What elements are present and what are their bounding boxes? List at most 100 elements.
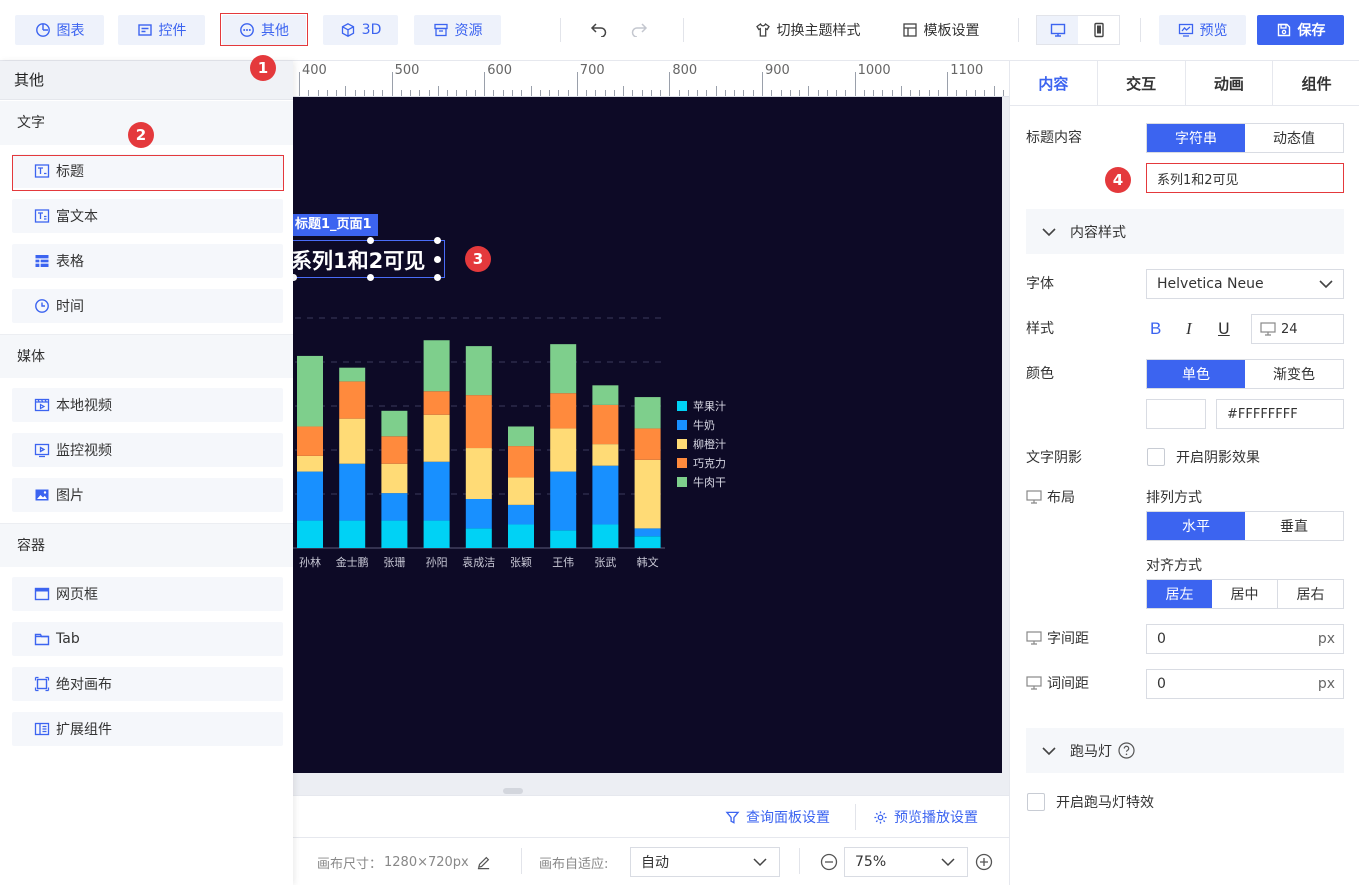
scroll-handle[interactable] — [503, 788, 523, 794]
align-right-option[interactable]: 居右 — [1278, 580, 1343, 608]
edit-pencil-icon[interactable] — [476, 855, 491, 870]
marquee-title: 跑马灯 — [1070, 743, 1112, 760]
color-hex-input[interactable]: #FFFFFFFF — [1216, 399, 1344, 429]
component-rich-text[interactable]: 富文本 — [12, 199, 283, 233]
content-style-section[interactable]: 内容样式 — [1026, 209, 1344, 254]
content-style-title: 内容样式 — [1070, 224, 1126, 241]
mobile-icon — [1093, 22, 1104, 38]
bar-segment — [423, 414, 450, 462]
marquee-checkbox[interactable] — [1027, 793, 1045, 811]
switch-theme-button[interactable]: 切换主题样式 — [745, 15, 870, 45]
x-tick-label: 张颖 — [510, 556, 532, 569]
component-image[interactable]: 图片 — [12, 478, 283, 512]
component-table[interactable]: 表格 — [12, 244, 283, 278]
horizontal-option[interactable]: 水平 — [1147, 512, 1245, 540]
canvas-vertical-scrollbar[interactable] — [1002, 97, 1009, 773]
x-tick-label: 金士鹏 — [336, 555, 369, 569]
preview-play-settings-button[interactable]: 预览播放设置 — [873, 807, 978, 827]
extension-icon — [34, 722, 50, 736]
control-tab-button[interactable]: 控件 — [118, 15, 205, 45]
bar-segment — [297, 471, 323, 521]
word-spacing-unit: px — [1317, 676, 1335, 692]
shadow-checkbox[interactable] — [1147, 448, 1165, 466]
component-absolute-canvas[interactable]: 绝对画布 — [12, 667, 283, 701]
component-webframe[interactable]: 网页框 — [12, 577, 283, 611]
canvas-title-text: 系列1和2可见 — [293, 249, 426, 273]
tab-interaction[interactable]: 交互 — [1098, 61, 1186, 105]
divider — [799, 848, 800, 874]
chart-tab-button[interactable]: 图表 — [15, 15, 104, 45]
underline-button[interactable]: U — [1218, 319, 1230, 338]
gradient-option[interactable]: 渐变色 — [1245, 360, 1343, 388]
dynamic-option[interactable]: 动态值 — [1245, 124, 1343, 152]
color-mode-toggle: 单色 渐变色 — [1146, 359, 1344, 389]
bar-segment — [423, 520, 450, 548]
ruler-minor-tick — [734, 90, 736, 96]
help-icon[interactable] — [1118, 742, 1135, 759]
undo-icon[interactable] — [590, 21, 608, 37]
title-content-input[interactable]: 系列1和2可见 — [1146, 163, 1344, 193]
query-panel-settings-button[interactable]: 查询面板设置 — [725, 807, 830, 827]
ruler-minor-tick — [493, 90, 495, 96]
string-option[interactable]: 字符串 — [1147, 124, 1245, 152]
tab-icon — [34, 633, 50, 646]
mobile-view-button[interactable] — [1078, 16, 1119, 44]
template-settings-button[interactable]: 模板设置 — [893, 15, 988, 45]
marquee-section[interactable]: 跑马灯 — [1026, 728, 1344, 773]
solid-option[interactable]: 单色 — [1147, 360, 1245, 388]
letter-spacing-input[interactable]: 0 px — [1146, 624, 1344, 654]
ruler-minor-tick — [799, 90, 801, 96]
ruler-minor-tick — [789, 90, 791, 96]
ruler-minor-tick — [326, 90, 328, 96]
ruler-minor-tick — [308, 90, 310, 96]
ruler-minor-tick — [567, 90, 569, 96]
resize-handle[interactable] — [367, 274, 374, 281]
font-size-input[interactable]: 24 — [1251, 314, 1344, 344]
ruler-minor-tick — [511, 90, 513, 96]
canvas-adapt-select[interactable]: 自动 — [630, 847, 780, 877]
stacked-bar-chart[interactable]: 孙林 金士鹏 张珊 孙阳 袁成洁 张颖 王伟 张武 韩文 苹果汁牛奶柳橙汁巧克力牛肉干 — [293, 97, 1002, 773]
component-extension[interactable]: 扩展组件 — [12, 712, 283, 746]
italic-button[interactable]: I — [1186, 319, 1192, 339]
tab-content[interactable]: 内容 — [1010, 61, 1098, 105]
redo-icon[interactable] — [630, 21, 648, 37]
align-center-option[interactable]: 居中 — [1212, 580, 1278, 608]
word-spacing-value: 0 — [1157, 676, 1166, 692]
resource-tab-button[interactable]: 资源 — [414, 15, 501, 45]
ruler-minor-tick — [956, 90, 958, 96]
3d-tab-button[interactable]: 3D — [323, 15, 398, 45]
zoom-out-icon[interactable] — [820, 853, 838, 871]
save-label: 保存 — [1297, 23, 1326, 39]
ruler-major-tick — [669, 72, 671, 96]
component-local-video[interactable]: 本地视频 — [12, 388, 283, 422]
ruler-label: 1100 — [950, 63, 984, 78]
save-button[interactable]: 保存 — [1257, 15, 1344, 45]
font-select[interactable]: Helvetica Neue — [1146, 269, 1344, 299]
align-left-option[interactable]: 居左 — [1147, 580, 1212, 608]
tab-component[interactable]: 组件 — [1273, 61, 1359, 105]
resize-handle[interactable] — [367, 237, 374, 244]
preview-label: 预览 — [1199, 23, 1228, 39]
color-swatch[interactable] — [1146, 399, 1206, 429]
zoom-select[interactable]: 75% — [844, 847, 968, 877]
legend-swatch — [677, 420, 687, 430]
component-monitor-video[interactable]: 监控视频 — [12, 433, 283, 467]
component-time[interactable]: 时间 — [12, 289, 283, 323]
component-tab[interactable]: Tab — [12, 622, 283, 656]
component-rich-text-label: 富文本 — [56, 209, 98, 225]
x-tick-label: 张珊 — [383, 556, 405, 569]
resize-handle[interactable] — [434, 237, 441, 244]
design-canvas[interactable]: 孙林 金士鹏 张珊 孙阳 袁成洁 张颖 王伟 张武 韩文 苹果汁 牛奶 柳橙汁 巧克力 牛肉干 标题1_页… — [293, 97, 1002, 773]
desktop-view-button[interactable] — [1037, 16, 1078, 44]
preview-button[interactable]: 预览 — [1159, 15, 1246, 45]
vertical-option[interactable]: 垂直 — [1245, 512, 1343, 540]
tab-animation[interactable]: 动画 — [1186, 61, 1274, 105]
zoom-in-icon[interactable] — [975, 853, 993, 871]
resize-handle[interactable] — [434, 256, 441, 263]
word-spacing-input[interactable]: 0 px — [1146, 669, 1344, 699]
resize-handle[interactable] — [434, 274, 441, 281]
ruler-minor-tick — [873, 90, 875, 96]
bold-button[interactable]: B — [1150, 319, 1161, 339]
divider — [521, 848, 522, 874]
bar-segment — [634, 536, 661, 548]
